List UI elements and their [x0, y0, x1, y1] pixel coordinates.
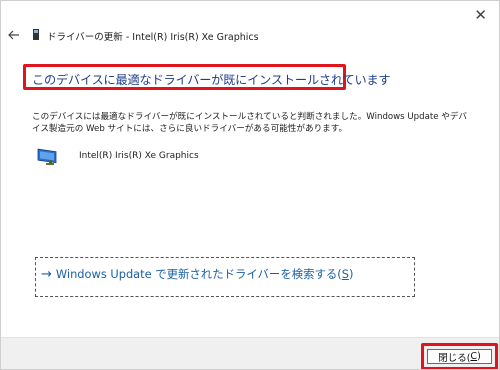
close-window-icon[interactable]: ✕ — [474, 8, 487, 23]
search-link-text: Windows Update で更新されたドライバーを検索する( — [55, 267, 342, 281]
search-windows-update-option[interactable]: → Windows Update で更新されたドライバーを検索する(S) — [35, 257, 415, 297]
search-windows-update-link[interactable]: → Windows Update で更新されたドライバーを検索する(S) — [41, 266, 353, 282]
page-heading: このデバイスに最適なドライバーが既にインストールされています — [32, 73, 391, 87]
close-button-highlight: 閉じる(C) — [421, 343, 498, 369]
description-line-1: このデバイスには最適なドライバーが既にインストールされていると判断されました。W… — [32, 112, 468, 122]
description-line-2: イス製造元の Web サイトには、さらに良いドライバーがある可能性があります。 — [32, 124, 348, 134]
close-button-label: 閉じる( — [438, 352, 471, 364]
close-button[interactable]: 閉じる(C) — [427, 349, 492, 364]
dialog-header: ドライバーの更新 - Intel(R) Iris(R) Xe Graphics — [1, 23, 499, 51]
description-text: このデバイスには最適なドライバーが既にインストールされていると判断されました。W… — [32, 111, 472, 135]
update-driver-dialog: ✕ ドライバーの更新 - Intel(R) Iris(R) Xe Graphic… — [0, 0, 500, 370]
back-arrow-icon[interactable] — [7, 28, 21, 42]
close-button-accelerator: C — [470, 351, 478, 362]
device-icon-small — [33, 29, 39, 40]
dialog-title: ドライバーの更新 - Intel(R) Iris(R) Xe Graphics — [47, 32, 259, 43]
display-adapter-icon — [37, 148, 57, 165]
close-button-suffix: ) — [477, 351, 481, 362]
arrow-right-icon: → — [41, 266, 52, 282]
search-link-accelerator: S — [341, 267, 349, 281]
headline-highlight: このデバイスに最適なドライバーが既にインストールされています — [23, 64, 391, 90]
search-link-suffix: ) — [348, 267, 354, 281]
device-name: Intel(R) Iris(R) Xe Graphics — [79, 151, 199, 161]
dialog-footer: 閉じる(C) — [1, 337, 499, 369]
